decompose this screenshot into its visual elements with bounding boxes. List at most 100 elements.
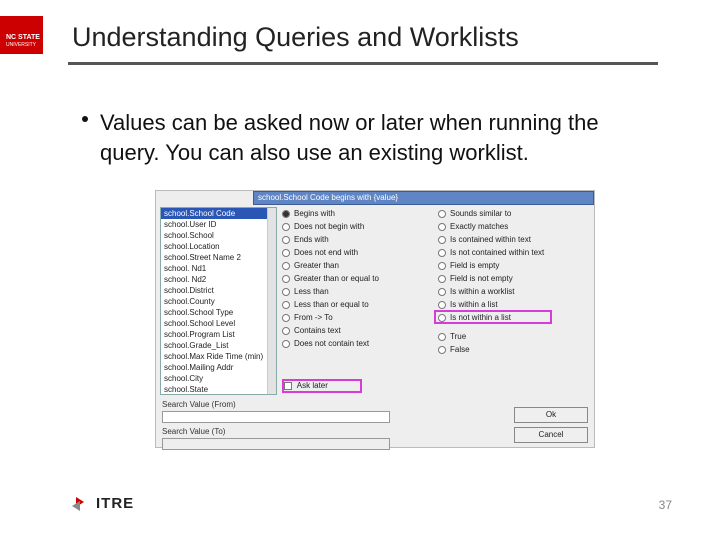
radio-label: Less than [294, 287, 329, 296]
radio-label: Field is not empty [450, 274, 513, 283]
list-item[interactable]: school.School [161, 230, 276, 241]
radio-icon [438, 288, 446, 296]
radio-label: Is within a list [450, 300, 498, 309]
radio-option[interactable]: Does not contain text [282, 337, 432, 350]
list-item[interactable]: school. Nd1 [161, 263, 276, 274]
radio-option[interactable]: From -> To [282, 311, 432, 324]
list-item[interactable]: school.District [161, 285, 276, 296]
cancel-button[interactable]: Cancel [514, 427, 588, 443]
radio-option[interactable]: Less than [282, 285, 432, 298]
list-item[interactable]: school. Nd2 [161, 274, 276, 285]
scrollbar[interactable] [267, 208, 276, 394]
list-item[interactable]: school.City [161, 373, 276, 384]
search-from-input[interactable] [162, 411, 390, 423]
list-item[interactable]: school.Max Ride Time (min) [161, 351, 276, 362]
radio-option[interactable]: Begins with [282, 207, 432, 220]
list-item[interactable]: school.School Level [161, 318, 276, 329]
radio-icon [282, 340, 290, 348]
radio-icon [282, 223, 290, 231]
radio-label: Greater than [294, 261, 339, 270]
radio-label: Less than or equal to [294, 300, 369, 309]
radio-icon [282, 327, 290, 335]
search-to-input [162, 438, 390, 450]
radio-icon [438, 275, 446, 283]
radio-label: False [450, 345, 470, 354]
radio-option[interactable]: Does not begin with [282, 220, 432, 233]
bullet-dot-icon [82, 116, 88, 122]
list-item[interactable]: school.School Type [161, 307, 276, 318]
radio-icon [438, 236, 446, 244]
list-item[interactable]: school.User ID [161, 219, 276, 230]
radio-option[interactable]: Does not end with [282, 246, 432, 259]
radio-option[interactable]: False [438, 343, 588, 356]
list-item[interactable]: school.Grade_List [161, 340, 276, 351]
search-from-label: Search Value (From) [162, 400, 236, 409]
radio-label: Is within a worklist [450, 287, 514, 296]
highlight-ask-later: Ask later [282, 379, 362, 393]
radio-icon [282, 236, 290, 244]
radio-label: Field is empty [450, 261, 499, 270]
list-item[interactable]: school.Location [161, 241, 276, 252]
radio-option[interactable]: Field is not empty [438, 272, 588, 285]
highlight-worklist [434, 310, 552, 324]
ask-later-label: Ask later [297, 381, 328, 390]
field-listbox[interactable]: school.School Code school.User ID school… [160, 207, 277, 395]
slide-title: Understanding Queries and Worklists [72, 22, 519, 53]
radio-label: Exactly matches [450, 222, 508, 231]
itre-text: ITRE [96, 495, 134, 512]
radio-icon [282, 210, 290, 218]
page-number: 37 [659, 498, 672, 512]
radio-icon [438, 223, 446, 231]
radio-icon [282, 314, 290, 322]
radio-icon [282, 249, 290, 257]
radio-option[interactable]: Sounds similar to [438, 207, 588, 220]
ncstate-logo-block: NC STATE UNIVERSITY [0, 16, 43, 54]
radio-option[interactable]: Is within a worklist [438, 285, 588, 298]
radio-label: From -> To [294, 313, 333, 322]
footer-itre: ITRE [72, 494, 134, 512]
ncstate-top: NC STATE [6, 34, 40, 41]
radio-label: Sounds similar to [450, 209, 511, 218]
ncstate-bottom: UNIVERSITY [6, 43, 36, 48]
condition-bar: school.School Code begins with {value} [253, 191, 594, 205]
radio-icon [282, 262, 290, 270]
list-item[interactable]: school.School Code [161, 208, 276, 219]
ask-later-checkbox[interactable] [284, 382, 292, 390]
radio-option[interactable]: Ends with [282, 233, 432, 246]
radio-label: Does not begin with [294, 222, 364, 231]
radio-label: True [450, 332, 466, 341]
radio-label: Does not contain text [294, 339, 369, 348]
radio-icon [438, 346, 446, 354]
radio-icon [438, 262, 446, 270]
radio-option[interactable]: Contains text [282, 324, 432, 337]
list-item[interactable]: school.Street Name 2 [161, 252, 276, 263]
itre-logo-icon [72, 494, 90, 512]
ok-button[interactable]: Ok [514, 407, 588, 423]
radio-label: Begins with [294, 209, 335, 218]
screenshot-panel: school.School Code begins with {value} s… [155, 190, 595, 448]
radio-option[interactable]: True [438, 330, 588, 343]
search-to-label: Search Value (To) [162, 427, 225, 436]
radio-option[interactable]: Greater than or equal to [282, 272, 432, 285]
list-item[interactable]: school.State [161, 384, 276, 395]
radio-label: Greater than or equal to [294, 274, 379, 283]
radio-icon [438, 249, 446, 257]
radio-icon [438, 333, 446, 341]
title-rule [68, 62, 658, 65]
radio-label: Ends with [294, 235, 329, 244]
list-item[interactable]: school.Mailing Addr [161, 362, 276, 373]
radio-icon [282, 301, 290, 309]
radio-label: Contains text [294, 326, 341, 335]
radio-option[interactable]: Greater than [282, 259, 432, 272]
radio-label: Is not contained within text [450, 248, 544, 257]
radio-option[interactable]: Field is empty [438, 259, 588, 272]
list-item[interactable]: school.County [161, 296, 276, 307]
radio-icon [282, 288, 290, 296]
radio-option[interactable]: Exactly matches [438, 220, 588, 233]
radio-option[interactable]: Is contained within text [438, 233, 588, 246]
radio-option[interactable]: Is not contained within text [438, 246, 588, 259]
radio-option[interactable]: Less than or equal to [282, 298, 432, 311]
radio-label: Does not end with [294, 248, 358, 257]
list-item[interactable]: school.Program List [161, 329, 276, 340]
radio-icon [282, 275, 290, 283]
